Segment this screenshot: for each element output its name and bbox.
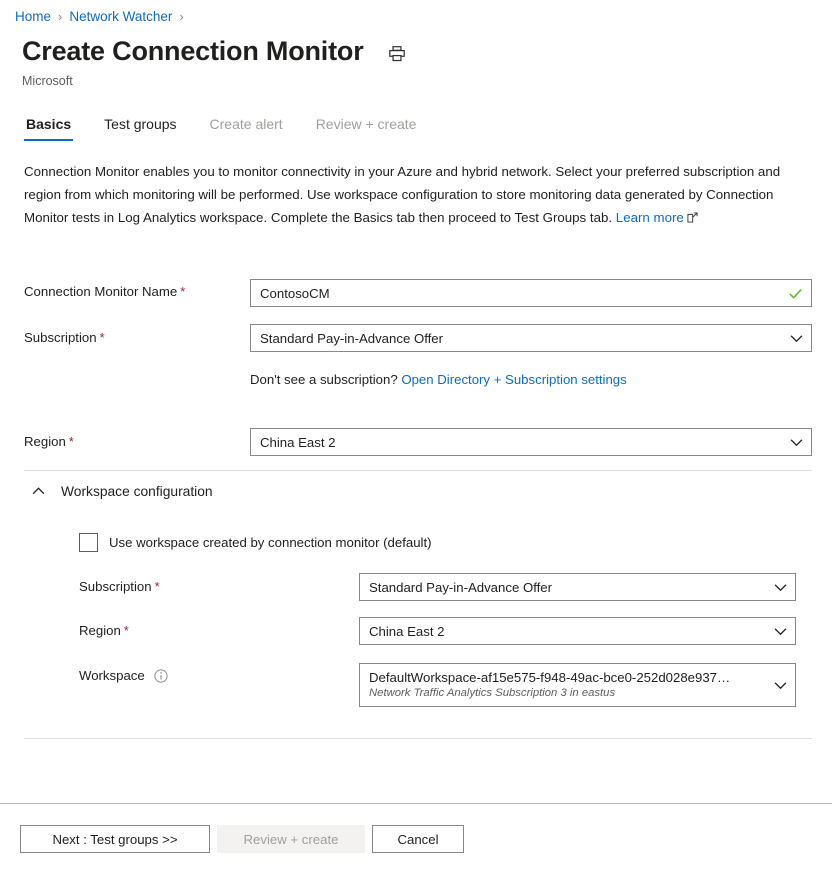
label-text: Connection Monitor Name xyxy=(24,284,177,299)
input-value: ContosoCM xyxy=(260,286,788,301)
tab-bar: Basics Test groups Create alert Review +… xyxy=(24,112,447,141)
label-text: Workspace xyxy=(79,668,145,683)
dropdown-value: China East 2 xyxy=(369,624,768,639)
learn-more-link[interactable]: Learn more xyxy=(616,210,684,225)
label-text: Region xyxy=(24,434,66,449)
region-dropdown[interactable]: China East 2 xyxy=(250,428,812,456)
field-label-connection-monitor-name: Connection Monitor Name * xyxy=(24,284,185,299)
chevron-down-icon xyxy=(790,332,803,345)
page-subtitle: Microsoft xyxy=(22,74,73,88)
chevron-down-icon xyxy=(774,581,787,594)
section-title: Workspace configuration xyxy=(61,484,213,499)
subscription-dropdown[interactable]: Standard Pay-in-Advance Offer xyxy=(250,324,812,352)
field-label-workspace: Workspace xyxy=(79,668,168,683)
required-asterisk: * xyxy=(180,284,185,299)
workspace-dropdown[interactable]: DefaultWorkspace-af15e575-f948-49ac-bce0… xyxy=(359,663,796,707)
connection-monitor-name-input[interactable]: ContosoCM xyxy=(250,279,812,307)
dropdown-value: DefaultWorkspace-af15e575-f948-49ac-bce0… xyxy=(369,669,768,686)
dropdown-subtext: Network Traffic Analytics Subscription 3… xyxy=(369,686,768,701)
workspace-configuration-section-header[interactable]: Workspace configuration xyxy=(32,484,213,499)
label-text: Region xyxy=(79,623,121,638)
valid-check-icon xyxy=(788,286,803,301)
label-text: Subscription xyxy=(79,579,152,594)
external-link-icon[interactable] xyxy=(687,212,698,223)
required-asterisk: * xyxy=(124,623,129,638)
tab-create-alert: Create alert xyxy=(208,112,285,141)
cancel-button[interactable]: Cancel xyxy=(372,825,464,853)
checkbox-label: Use workspace created by connection moni… xyxy=(109,535,432,550)
print-icon[interactable] xyxy=(388,45,406,63)
dropdown-value: Standard Pay-in-Advance Offer xyxy=(260,331,784,346)
open-directory-subscription-settings-link[interactable]: Open Directory + Subscription settings xyxy=(401,372,626,387)
dropdown-value: China East 2 xyxy=(260,435,784,450)
chevron-down-icon xyxy=(774,625,787,638)
subscription-helper-text: Don't see a subscription? Open Directory… xyxy=(250,372,627,387)
field-label-subscription: Subscription * xyxy=(24,330,105,345)
tab-review-create: Review + create xyxy=(314,112,419,141)
helper-question: Don't see a subscription? xyxy=(250,372,398,387)
dropdown-value: Standard Pay-in-Advance Offer xyxy=(369,580,768,595)
workspace-subscription-dropdown[interactable]: Standard Pay-in-Advance Offer xyxy=(359,573,796,601)
field-label-workspace-subscription: Subscription * xyxy=(79,579,160,594)
breadcrumb-item-home[interactable]: Home xyxy=(15,9,51,24)
page-title: Create Connection Monitor xyxy=(22,35,364,67)
tab-test-groups[interactable]: Test groups xyxy=(102,112,178,141)
chevron-down-icon xyxy=(774,679,787,692)
section-divider-bottom xyxy=(24,738,812,739)
info-icon[interactable] xyxy=(154,669,168,683)
label-text: Subscription xyxy=(24,330,97,345)
page-header: Create Connection Monitor xyxy=(22,35,406,67)
chevron-down-icon xyxy=(790,436,803,449)
use-default-workspace-checkbox[interactable] xyxy=(79,533,98,552)
workspace-region-dropdown[interactable]: China East 2 xyxy=(359,617,796,645)
review-create-button: Review + create xyxy=(217,825,365,853)
breadcrumb: Home › Network Watcher › xyxy=(15,9,191,24)
breadcrumb-item-network-watcher[interactable]: Network Watcher xyxy=(69,9,172,24)
required-asterisk: * xyxy=(69,434,74,449)
required-asterisk: * xyxy=(100,330,105,345)
dropdown-text-wrap: DefaultWorkspace-af15e575-f948-49ac-bce0… xyxy=(369,664,768,706)
use-default-workspace-checkbox-row[interactable]: Use workspace created by connection moni… xyxy=(79,533,432,552)
section-divider-top xyxy=(24,470,812,471)
field-label-workspace-region: Region * xyxy=(79,623,129,638)
field-label-region: Region * xyxy=(24,434,74,449)
description-text: Connection Monitor enables you to monito… xyxy=(24,160,784,229)
footer-bar: Next : Test groups >> Review + create Ca… xyxy=(0,804,832,872)
breadcrumb-separator-icon: › xyxy=(58,9,62,24)
next-test-groups-button[interactable]: Next : Test groups >> xyxy=(20,825,210,853)
chevron-up-icon xyxy=(32,485,45,498)
breadcrumb-separator-icon: › xyxy=(179,9,183,24)
tab-basics[interactable]: Basics xyxy=(24,112,73,141)
required-asterisk: * xyxy=(155,579,160,594)
